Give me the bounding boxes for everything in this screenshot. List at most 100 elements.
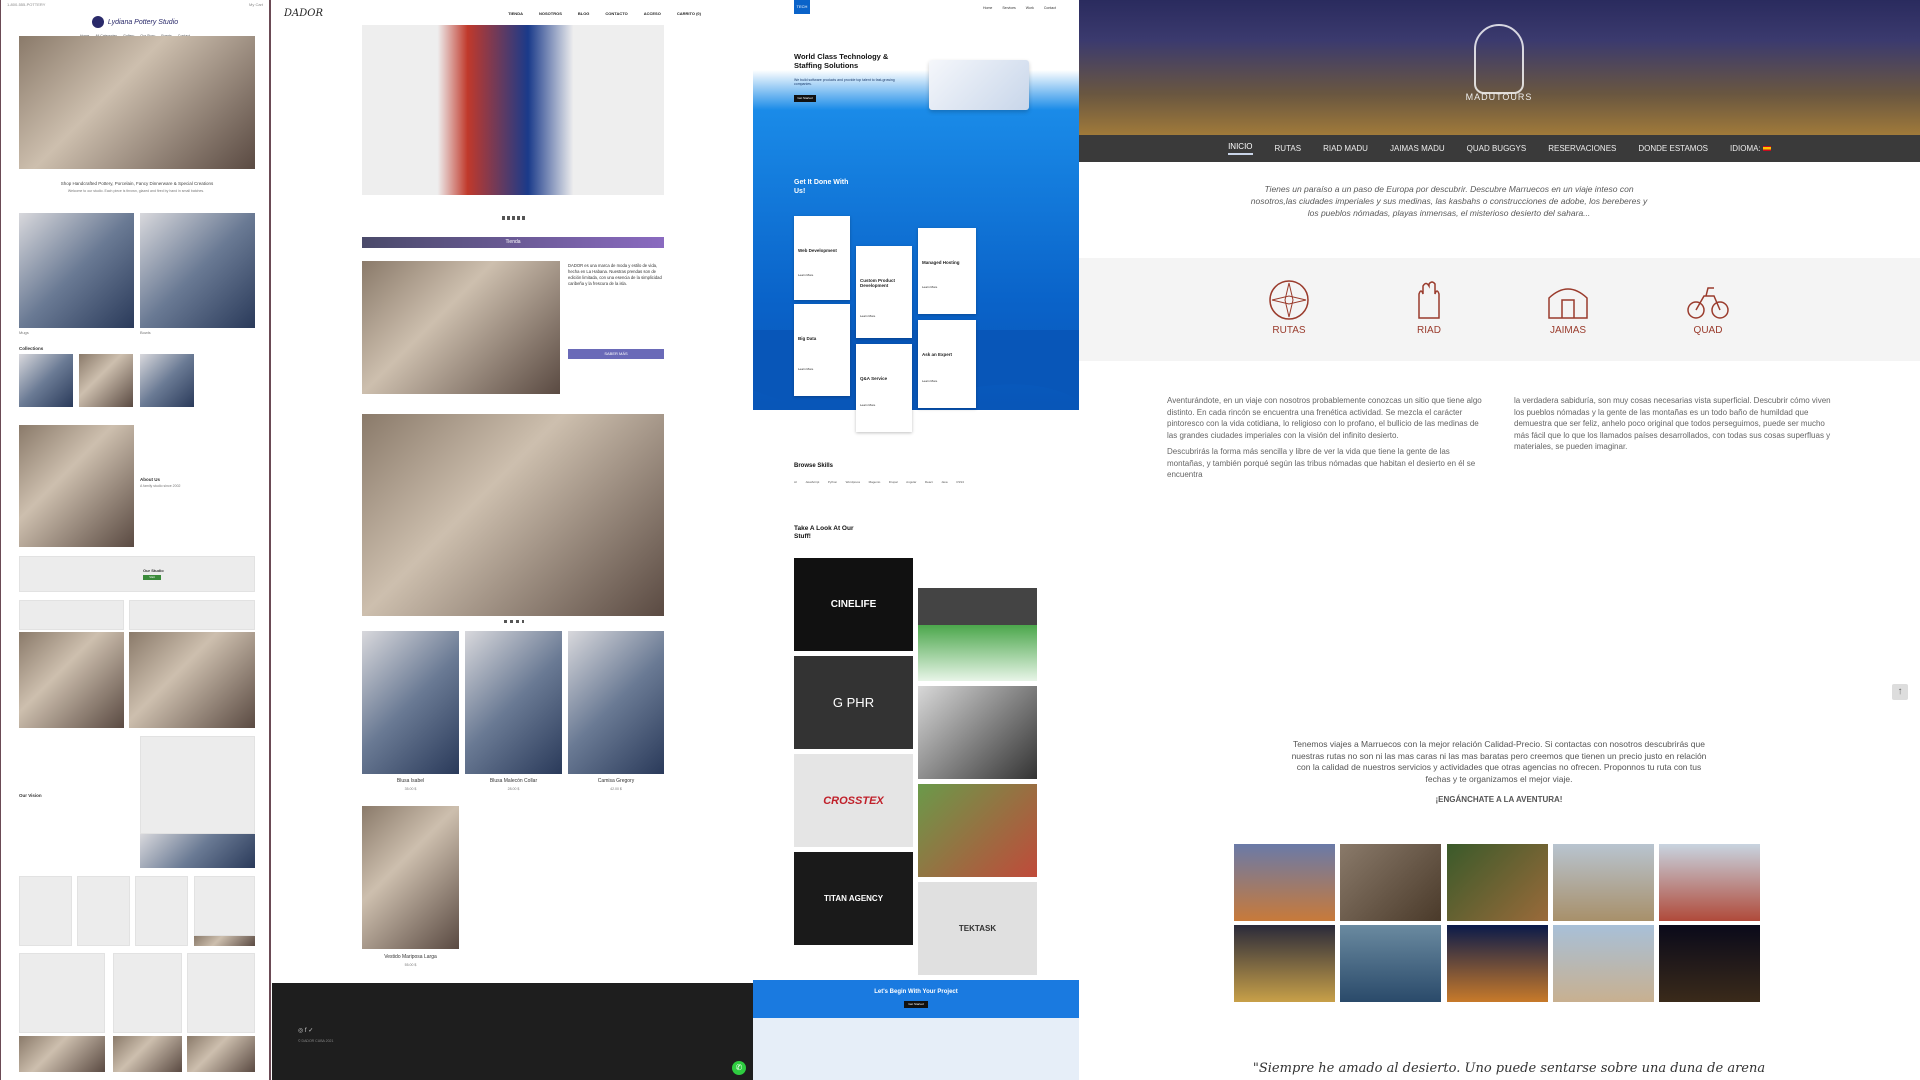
pottery-studio-button[interactable]: Visit: [143, 575, 161, 580]
madutours-nav-rutas[interactable]: RUTAS: [1275, 144, 1302, 153]
madutours-nav-reservaciones[interactable]: RESERVACIONES: [1548, 144, 1616, 153]
dador-product-image[interactable]: [362, 631, 459, 774]
tech-portfolio-gophr[interactable]: G PHR: [794, 656, 913, 749]
tech-portfolio-cinelife[interactable]: CINELIFE: [794, 558, 913, 651]
tech-card-link[interactable]: Learn More: [860, 403, 908, 407]
dador-store-slider[interactable]: [362, 414, 664, 616]
tech-service-card[interactable]: Managed Hosting Learn More: [918, 228, 976, 314]
dador-nav-acceso[interactable]: ACCESO: [644, 11, 661, 16]
tech-card-link[interactable]: Learn More: [798, 273, 846, 277]
tech-portfolio-product[interactable]: [918, 588, 1037, 681]
dador-slider-dots[interactable]: [502, 216, 526, 220]
tech-skill-magento[interactable]: Magento: [869, 480, 881, 484]
tech-stuff-title: Take A Look At Our Stuff!: [794, 525, 854, 540]
pottery-logo[interactable]: Lydiana Pottery Studio: [1, 16, 269, 28]
dador-hero-slider[interactable]: [362, 25, 664, 195]
pottery-bottom-photo: [19, 1036, 105, 1072]
dador-tienda-banner[interactable]: Tienda: [362, 237, 664, 248]
pottery-placeholder: [135, 876, 188, 946]
madutours-nav-idioma[interactable]: IDIOMA:: [1730, 144, 1771, 153]
madutours-brand[interactable]: MADUTOURS: [1449, 92, 1549, 102]
tech-nav-home[interactable]: Home: [983, 6, 992, 10]
tech-nav-contact[interactable]: Contact: [1044, 6, 1056, 10]
whatsapp-icon[interactable]: ✆: [732, 1061, 746, 1075]
dador-product-name[interactable]: Blusa Malecón Collar: [465, 778, 562, 784]
tech-skill-angular[interactable]: Angular: [906, 480, 916, 484]
tech-skill-react[interactable]: React: [925, 480, 933, 484]
tech-portfolio-photo[interactable]: [918, 784, 1037, 877]
dador-product-image[interactable]: [465, 631, 562, 774]
madutours-gallery-photo[interactable]: [1553, 844, 1654, 921]
madutours-nav-riad[interactable]: RIAD MADU: [1323, 144, 1368, 153]
pottery-cart-link[interactable]: My Cart: [249, 2, 263, 8]
pottery-placeholder: [113, 953, 182, 1033]
pottery-mugs-photo[interactable]: [19, 213, 134, 328]
madutours-gallery-photo[interactable]: [1447, 925, 1548, 1002]
pottery-collection-thumb[interactable]: [140, 354, 194, 407]
tech-skill-drupal[interactable]: Drupal: [889, 480, 898, 484]
tech-portfolio-phone[interactable]: [918, 686, 1037, 779]
dador-social-icons[interactable]: ◎ f ✓: [298, 1027, 313, 1034]
dador-product-image[interactable]: [568, 631, 664, 774]
pottery-intro-text: Welcome to our studio. Each piece is thr…: [67, 189, 205, 193]
madutours-rutas-item[interactable]: RUTAS: [1249, 278, 1329, 336]
madutours-quad-item[interactable]: QUAD: [1668, 278, 1748, 336]
madutours-gallery-photo[interactable]: [1659, 925, 1760, 1002]
tech-service-card[interactable]: Custom Product Development Learn More: [856, 246, 912, 338]
madutours-gallery-photo[interactable]: [1234, 844, 1335, 921]
dador-about-button[interactable]: SABER MÁS: [568, 349, 664, 359]
pottery-bowls-photo[interactable]: [140, 213, 255, 328]
madutours-gallery-photo[interactable]: [1659, 844, 1760, 921]
madutours-gallery-photo[interactable]: [1447, 844, 1548, 921]
tech-portfolio-tektask[interactable]: TEKTASK: [918, 882, 1037, 975]
madutours-nav-jaimas[interactable]: JAIMAS MADU: [1390, 144, 1445, 153]
tech-portfolio-crosstex[interactable]: CROSSTEX: [794, 754, 913, 847]
tech-card-link[interactable]: Learn More: [860, 314, 908, 318]
madutours-riad-item[interactable]: RIAD: [1389, 278, 1469, 336]
pottery-collection-thumb[interactable]: [19, 354, 73, 407]
tech-card-link[interactable]: Learn More: [922, 379, 972, 383]
tech-cta-title: Let's Begin With Your Project: [874, 989, 958, 995]
tech-skill-python[interactable]: Python: [828, 480, 837, 484]
madutours-gallery-photo[interactable]: [1234, 925, 1335, 1002]
pottery-collection-thumb[interactable]: [79, 354, 133, 407]
dador-nav-contacto[interactable]: CONTACTO: [605, 11, 627, 16]
tech-logo[interactable]: TECH: [794, 0, 810, 14]
dador-product-name[interactable]: Vestido Mariposa Larga: [362, 954, 459, 960]
tech-nav-work[interactable]: Work: [1026, 6, 1034, 10]
tech-card-link[interactable]: Learn More: [798, 367, 846, 371]
tech-hero-button[interactable]: Get Started: [794, 95, 816, 102]
tech-nav-services[interactable]: Services: [1002, 6, 1015, 10]
madutours-jaimas-item[interactable]: JAIMAS: [1528, 278, 1608, 336]
tech-service-card[interactable]: Big Data Learn More: [794, 304, 850, 396]
scroll-to-top-icon[interactable]: ↑: [1892, 684, 1908, 700]
pottery-logo-text: Lydiana Pottery Studio: [107, 18, 179, 26]
tech-portfolio-titan[interactable]: TITAN AGENCY: [794, 852, 913, 945]
tech-skill-css[interactable]: CSS3: [956, 480, 964, 484]
tech-card-link[interactable]: Learn More: [922, 285, 972, 289]
dador-nav-tienda[interactable]: TIENDA: [508, 11, 523, 16]
dador-product-name[interactable]: Camisa Gregory: [568, 778, 664, 784]
madutours-gallery-photo[interactable]: [1340, 925, 1441, 1002]
dador-product-image[interactable]: [362, 806, 459, 949]
tech-service-card[interactable]: Q&A Service Learn More: [856, 344, 912, 432]
tech-skill-ai[interactable]: AI: [794, 480, 797, 484]
tech-skill-wordpress[interactable]: Wordpress: [846, 480, 860, 484]
madutours-nav-quad[interactable]: QUAD BUGGYS: [1467, 144, 1527, 153]
dador-product-name[interactable]: Blusa Isabel: [362, 778, 459, 784]
madutours-gallery-photo[interactable]: [1340, 844, 1441, 921]
dador-nav-nosotros[interactable]: NOSOTROS: [539, 11, 562, 16]
hamsa-logo-icon[interactable]: [1474, 24, 1524, 94]
madutours-nav-donde[interactable]: DONDE ESTAMOS: [1638, 144, 1708, 153]
tech-service-card[interactable]: Ask an Expert Learn More: [918, 320, 976, 408]
madutours-nav-inicio[interactable]: INICIO: [1228, 142, 1253, 155]
tech-skill-java[interactable]: Java: [941, 480, 947, 484]
tech-service-card[interactable]: Web Development Learn More: [794, 216, 850, 300]
dador-nav-blog[interactable]: BLOG: [578, 11, 590, 16]
dador-store-dots[interactable]: [504, 620, 524, 623]
tech-cta-button[interactable]: Get Started: [904, 1001, 928, 1008]
dador-logo[interactable]: DADOR: [284, 8, 323, 19]
madutours-gallery-photo[interactable]: [1553, 925, 1654, 1002]
tech-skill-js[interactable]: JavaScript: [805, 480, 819, 484]
dador-nav-cart[interactable]: CARRITO (0): [677, 11, 701, 16]
